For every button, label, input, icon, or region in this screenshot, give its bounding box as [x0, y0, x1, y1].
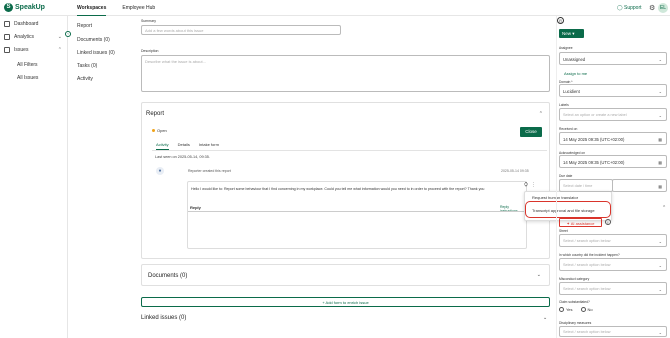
sidebar: ‹ Dashboard Analytics ⌄ Issues ⌃ All Filte…	[0, 16, 71, 338]
description-label: Description	[141, 49, 159, 53]
received-on-label: Received on	[559, 127, 578, 131]
country-select[interactable]: Select / search option below ⌄	[559, 258, 667, 271]
subnav-report[interactable]: Report	[77, 23, 92, 29]
more-options-icon[interactable]: ⋮	[531, 182, 536, 188]
report-card: Report ⌃ Open Close Activity Details Int…	[141, 102, 550, 259]
received-on-input[interactable]: 14 May 2025 09:35 (UTC+02:00) ▦	[559, 132, 667, 145]
message-actions: ⛭ ⋮	[524, 182, 536, 188]
chevron-down-icon: ⌄	[658, 239, 662, 244]
chevron-down-icon: ⌄	[658, 330, 662, 335]
disciplinary-label: Disciplinary measures	[559, 321, 592, 325]
gear-icon[interactable]: ⚙	[649, 4, 655, 12]
radio-circle-icon	[580, 307, 586, 313]
acknowledged-on-input[interactable]: 14 May 2025 09:35 (UTC+02:00) ▦	[559, 155, 667, 168]
chevron-down-icon: ⌄	[658, 287, 662, 292]
avatar[interactable]: EL	[658, 3, 668, 13]
translate-icon[interactable]: ⛭	[524, 182, 528, 188]
subnav-linked-issues[interactable]: Linked issues (0)	[77, 50, 115, 56]
radio-circle-icon	[559, 307, 564, 313]
assign-to-me-link[interactable]: Assign to me	[564, 71, 587, 76]
status-dot-icon	[152, 129, 155, 132]
new-button[interactable]: New ▾	[559, 29, 584, 38]
tab-details[interactable]: Details	[178, 142, 190, 150]
chevron-down-icon: ⌄	[658, 113, 662, 118]
due-date-picker[interactable]: ▦	[612, 179, 667, 192]
speakup-logo-icon: S	[4, 3, 13, 12]
misconduct-select[interactable]: Select / search option below ⌄	[559, 282, 667, 295]
linked-issues-title[interactable]: Linked issues (0)	[141, 315, 186, 321]
misconduct-label: Misconduct category	[559, 277, 590, 281]
dashboard-icon	[4, 21, 10, 27]
status-badge: Open	[152, 128, 167, 133]
reply-input[interactable]	[188, 211, 526, 249]
tab-workspaces[interactable]: Workspaces	[77, 0, 107, 16]
chevron-up-icon[interactable]: ⌃	[539, 111, 543, 117]
sidebar-item-all-filters[interactable]: All Filters	[17, 62, 38, 68]
sidebar-item-issues[interactable]: Issues ⌃	[0, 44, 68, 56]
top-nav: Workspaces Employee Hub	[77, 0, 155, 16]
summary-label: Summary	[141, 19, 156, 23]
report-tabs: Activity Details Intake form	[156, 142, 219, 150]
last-seen-text: Last seen on 2025-05-14, 09:35.	[155, 155, 210, 159]
domain-select[interactable]: Lucidient ⌄	[559, 84, 667, 97]
disciplinary-select[interactable]: Select / search option below ⌄	[559, 326, 667, 337]
labels-select[interactable]: Select an option or create a new label ⌄	[559, 108, 667, 121]
chevron-up-icon[interactable]: ⌃	[662, 205, 666, 211]
due-date-label: Due date	[559, 174, 573, 178]
country-label: In which country did the incident happen…	[559, 253, 620, 257]
tab-intake-form[interactable]: Intake form	[199, 142, 219, 150]
chevron-up-icon: ⌃	[57, 47, 62, 53]
chevron-down-icon: ⌄	[536, 272, 541, 278]
analytics-icon	[4, 34, 10, 40]
activity-timestamp: 2025-05-14 09:35	[501, 169, 529, 173]
subnav-documents[interactable]: Documents (0)	[77, 37, 110, 43]
issues-icon	[4, 47, 10, 53]
chevron-down-icon: ⌄	[57, 34, 62, 40]
documents-title: Documents (0)	[148, 273, 188, 279]
chevron-down-icon: ⌄	[658, 57, 662, 62]
due-date-input[interactable]: Select date / time	[559, 179, 613, 192]
chevron-down-icon: ⌄	[658, 263, 662, 268]
subnav-tasks[interactable]: Tasks (0)	[77, 63, 97, 69]
substantiated-radio-group: Yes No	[559, 307, 593, 313]
info-icon[interactable]: i	[605, 219, 611, 225]
divider	[152, 150, 547, 151]
tab-activity[interactable]: Activity	[156, 142, 169, 150]
documents-section[interactable]: Documents (0) ⌄	[141, 264, 550, 286]
description-input[interactable]: Describe what the issue is about...	[141, 55, 550, 92]
sidebar-item-all-issues[interactable]: All Issues	[17, 75, 38, 81]
radio-yes[interactable]: Yes	[559, 307, 573, 313]
ai-assistance-button[interactable]: ✦ AI assistance	[559, 218, 602, 227]
user-icon: ●	[156, 167, 164, 175]
top-bar: S SpeakUp Workspaces Employee Hub ◯ Suppo…	[0, 0, 670, 16]
calendar-icon: ▦	[658, 160, 662, 165]
close-button[interactable]: Close	[520, 127, 542, 137]
support-link[interactable]: ◯ Support	[617, 5, 642, 11]
calendar-icon: ▦	[658, 137, 662, 142]
sidebar-item-analytics[interactable]: Analytics ⌄	[0, 31, 68, 43]
assignee-select[interactable]: Unassigned ⌄	[559, 52, 667, 65]
chevron-down-icon: ⌄	[658, 89, 662, 94]
summary-input[interactable]: Add a few words about this issue	[141, 25, 341, 35]
activity-created-text: Reporter created this report	[188, 169, 231, 173]
report-title: Report	[146, 111, 165, 117]
calendar-icon: ▦	[658, 184, 662, 189]
street-select[interactable]: Select / search option below ⌄	[559, 234, 667, 247]
assignee-label: Assignee	[559, 46, 573, 50]
message-text: Hello I would like to: Report some behav…	[191, 187, 485, 191]
sidebar-item-dashboard[interactable]: Dashboard	[0, 18, 68, 30]
reply-label: Reply	[190, 205, 201, 210]
radio-no[interactable]: No	[580, 307, 593, 313]
labels-label: Labels	[559, 103, 569, 107]
app-logo[interactable]: S SpeakUp	[4, 3, 45, 12]
substantiated-label: Claim substantiated?	[559, 300, 590, 304]
add-form-button[interactable]: + Add form to enrich issue	[141, 297, 550, 307]
tab-employee-hub[interactable]: Employee Hub	[122, 0, 155, 16]
subnav-activity[interactable]: Activity	[77, 76, 93, 82]
message-box: Hello I would like to: Report some behav…	[187, 181, 527, 249]
chevron-down-icon[interactable]: ⌄	[543, 315, 547, 321]
history-icon[interactable]: ◴	[557, 17, 564, 24]
street-label: Street	[559, 229, 568, 233]
